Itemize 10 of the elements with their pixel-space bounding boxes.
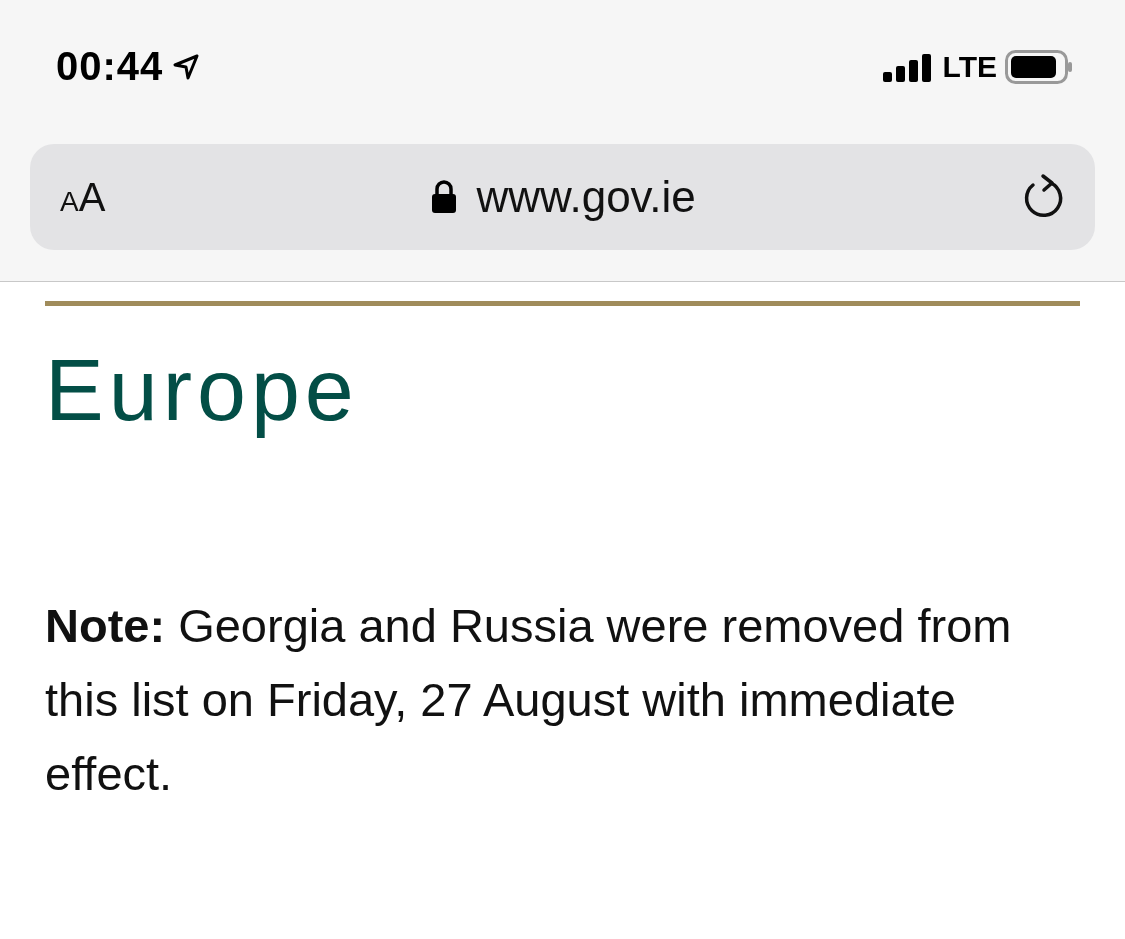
page-heading: Europe <box>45 342 360 439</box>
network-type: LTE <box>942 50 997 84</box>
lock-icon <box>430 180 457 214</box>
text-size-button[interactable]: AA <box>60 174 106 220</box>
note-paragraph: Note: Georgia and Russia were removed from this list on Friday, 27 August with immediate effect. <box>45 597 1013 802</box>
url-text[interactable]: www.gov.ie <box>476 172 696 222</box>
address-bar[interactable]: AA www.gov.ie <box>30 144 1095 250</box>
battery-icon <box>1005 50 1073 84</box>
status-time: 00:44 <box>56 44 164 89</box>
location-arrow-icon <box>173 53 200 80</box>
